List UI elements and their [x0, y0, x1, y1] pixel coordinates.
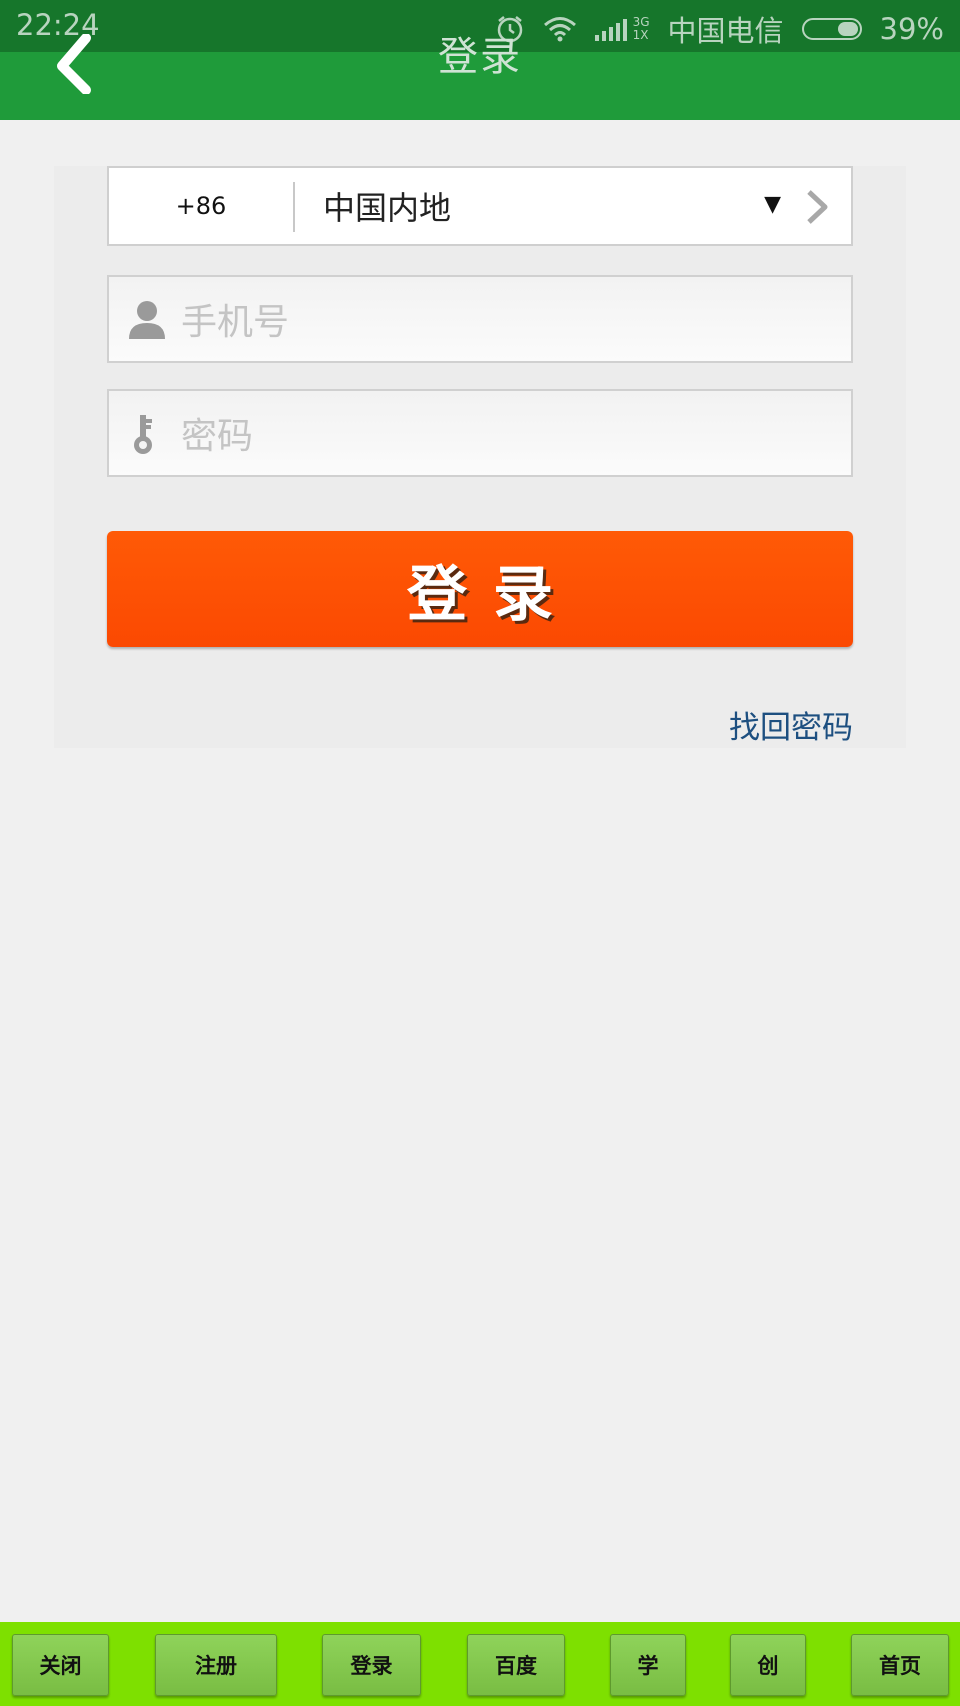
dropdown-arrow-icon: ▼ [764, 192, 781, 217]
toolbar-register-button[interactable]: 注册 [155, 1634, 277, 1696]
phone-placeholder: 手机号 [181, 302, 290, 343]
country-name: 中国内地 [323, 189, 452, 227]
page-title: 登录 [438, 34, 522, 80]
chevron-left-icon [57, 33, 91, 95]
forgot-password-link[interactable]: 找回密码 [729, 702, 853, 747]
divider [293, 182, 295, 232]
toolbar-home-button[interactable]: 首页 [851, 1634, 949, 1696]
password-input[interactable]: 密码 [107, 389, 853, 477]
back-button[interactable] [48, 33, 108, 95]
toolbar-close-button[interactable]: 关闭 [12, 1634, 109, 1696]
login-button[interactable]: 登录 [107, 531, 853, 647]
country-selector[interactable]: +86 中国内地 ▼ [107, 166, 853, 246]
toolbar-create-button[interactable]: 创 [730, 1634, 806, 1696]
key-icon [134, 415, 152, 454]
toolbar-login-button[interactable]: 登录 [322, 1634, 421, 1696]
app-header: 22:24 3G 1X 中国电信 39% 登录 [0, 0, 960, 120]
toolbar-learn-button[interactable]: 学 [610, 1634, 686, 1696]
toolbar-baidu-button[interactable]: 百度 [467, 1634, 565, 1696]
password-placeholder: 密码 [181, 416, 254, 457]
user-icon [129, 301, 165, 339]
chevron-right-icon [807, 190, 828, 224]
phone-input[interactable]: 手机号 [107, 275, 853, 363]
dial-code: +86 [175, 192, 227, 220]
